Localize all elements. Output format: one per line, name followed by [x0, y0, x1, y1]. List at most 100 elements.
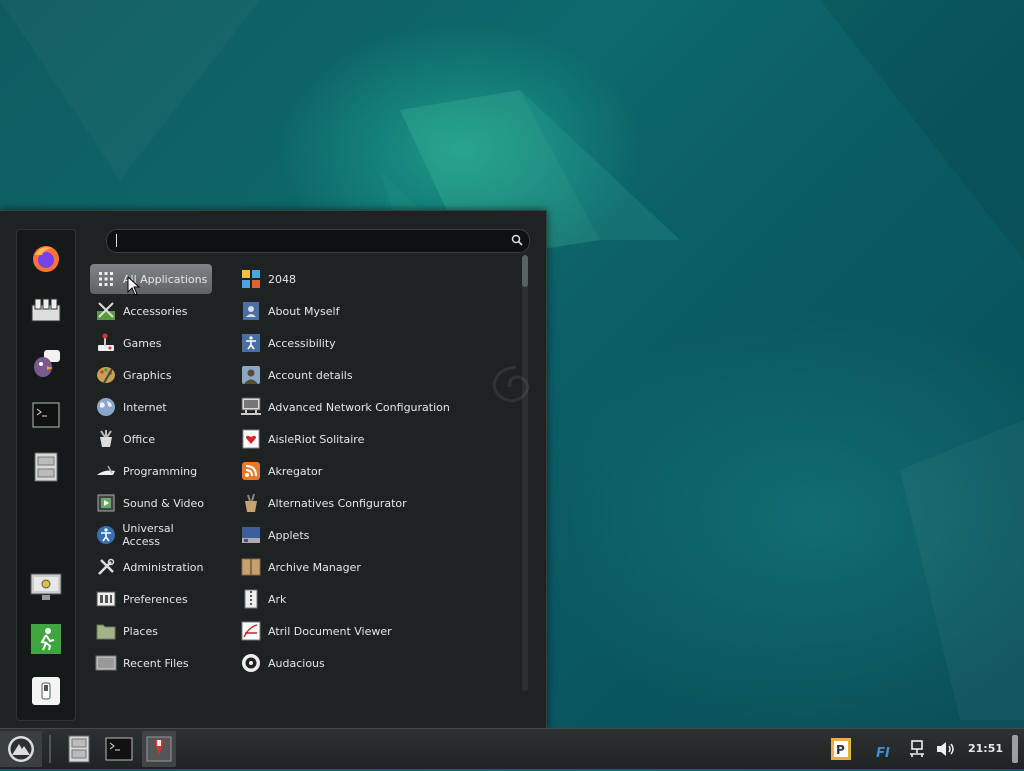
app-akregator[interactable]: Akregator [236, 456, 516, 486]
accessibility-icon [240, 332, 262, 354]
text-caret [116, 234, 117, 247]
firefox-icon[interactable] [27, 240, 65, 278]
category-graphics[interactable]: Graphics [90, 360, 212, 390]
category-preferences[interactable]: Preferences [90, 584, 212, 614]
network-icon [910, 740, 924, 757]
games-icon [95, 332, 117, 354]
category-sound-video[interactable]: Sound & Video [90, 488, 212, 518]
app-applets[interactable]: Applets [236, 520, 516, 550]
app-audacious[interactable]: Audacious [236, 648, 516, 678]
panel-separator [49, 735, 51, 763]
shutdown-icon[interactable] [27, 672, 65, 710]
category-label: Programming [123, 464, 198, 478]
app-label: Ark [268, 592, 287, 606]
category-internet[interactable]: Internet [90, 392, 212, 422]
menu-button[interactable] [0, 731, 42, 767]
internet-icon [95, 396, 117, 418]
administration-icon [95, 556, 117, 578]
category-places[interactable]: Places [90, 616, 212, 646]
clock[interactable]: 21:51 [968, 742, 1003, 755]
search-box[interactable] [106, 229, 530, 253]
category-label: Preferences [123, 592, 188, 606]
app-archive-manager[interactable]: Archive Manager [236, 552, 516, 582]
launcher-files[interactable] [62, 731, 96, 767]
rss-icon [240, 460, 262, 482]
app-label: Applets [268, 528, 310, 542]
audacious-icon [240, 652, 262, 674]
lock-screen-icon[interactable] [27, 568, 65, 606]
about-myself-icon [240, 300, 262, 322]
folder-icon [95, 620, 117, 642]
alternatives-icon [240, 492, 262, 514]
archive-icon [240, 556, 262, 578]
category-office[interactable]: Office [90, 424, 212, 454]
app-label: About Myself [268, 304, 340, 318]
bottom-panel: P FI 21:51 [0, 728, 1024, 769]
app-aisleriot-solitaire[interactable]: AisleRiot Solitaire [236, 424, 516, 454]
network-config-icon [240, 396, 262, 418]
show-desktop-button[interactable] [1012, 735, 1018, 763]
universal-access-icon [95, 524, 116, 546]
2048-icon [240, 268, 262, 290]
category-label: Office [123, 432, 156, 446]
menu-logo-icon [8, 736, 34, 762]
terminal-icon [105, 737, 133, 761]
category-label: Accessories [123, 304, 188, 318]
category-label: Games [123, 336, 162, 350]
preferences-icon [95, 588, 117, 610]
category-label: Internet [123, 400, 167, 414]
app-2048[interactable]: 2048 [236, 264, 516, 294]
category-label: Places [123, 624, 158, 638]
search-icon [511, 234, 523, 246]
ark-icon [240, 588, 262, 610]
category-recent-files[interactable]: Recent Files [90, 648, 212, 678]
accessories-icon [95, 300, 117, 322]
app-label: Accessibility [268, 336, 336, 350]
solitaire-icon [240, 428, 262, 450]
app-alternatives-configurator[interactable]: Alternatives Configurator [236, 488, 516, 518]
office-icon [95, 428, 117, 450]
terminal-icon[interactable] [27, 396, 65, 434]
app-label: Akregator [268, 464, 323, 478]
tray-network[interactable] [906, 731, 928, 767]
recent-files-icon [95, 652, 117, 674]
category-programming[interactable]: Programming [90, 456, 212, 486]
search-input[interactable] [115, 233, 509, 249]
logout-icon[interactable] [27, 620, 65, 658]
category-label: Administration [123, 560, 204, 574]
launcher-terminal[interactable] [102, 731, 136, 767]
category-label: Graphics [123, 368, 172, 382]
tray-volume[interactable] [934, 731, 958, 767]
category-label: Recent Files [123, 656, 189, 670]
package-updater-icon: P [831, 738, 851, 760]
programming-icon [95, 460, 117, 482]
volume-icon [937, 742, 954, 756]
category-games[interactable]: Games [90, 328, 212, 358]
tray-package-updates[interactable]: P [828, 731, 854, 767]
launcher-window-app[interactable] [142, 731, 176, 767]
category-label: Sound & Video [123, 496, 205, 510]
category-universal-access[interactable]: Universal Access [90, 520, 212, 550]
pidgin-icon[interactable] [27, 344, 65, 382]
app-advanced-network-configuration[interactable]: Advanced Network Configuration [236, 392, 516, 422]
app-atril-document-viewer[interactable]: Atril Document Viewer [236, 616, 516, 646]
svg-text:P: P [836, 743, 845, 757]
keyboard-layout-indicator[interactable]: FI [870, 735, 896, 771]
category-all-applications[interactable]: All Applications [90, 264, 212, 294]
app-list-scrollbar[interactable] [522, 255, 528, 691]
favorites-sidebar [16, 229, 76, 721]
app-label: Archive Manager [268, 560, 361, 574]
software-manager-icon[interactable] [27, 292, 65, 330]
app-account-details[interactable]: Account details [236, 360, 516, 390]
app-label: AisleRiot Solitaire [268, 432, 365, 446]
scrollbar-thumb[interactable] [522, 255, 528, 287]
app-label: Advanced Network Configuration [268, 400, 450, 414]
files-icon[interactable] [27, 448, 65, 486]
category-administration[interactable]: Administration [90, 552, 212, 582]
mouse-cursor-icon [127, 276, 141, 296]
app-ark[interactable]: Ark [236, 584, 516, 614]
category-accessories[interactable]: Accessories [90, 296, 212, 326]
app-accessibility[interactable]: Accessibility [236, 328, 516, 358]
app-about-myself[interactable]: About Myself [236, 296, 516, 326]
applets-icon [240, 524, 262, 546]
